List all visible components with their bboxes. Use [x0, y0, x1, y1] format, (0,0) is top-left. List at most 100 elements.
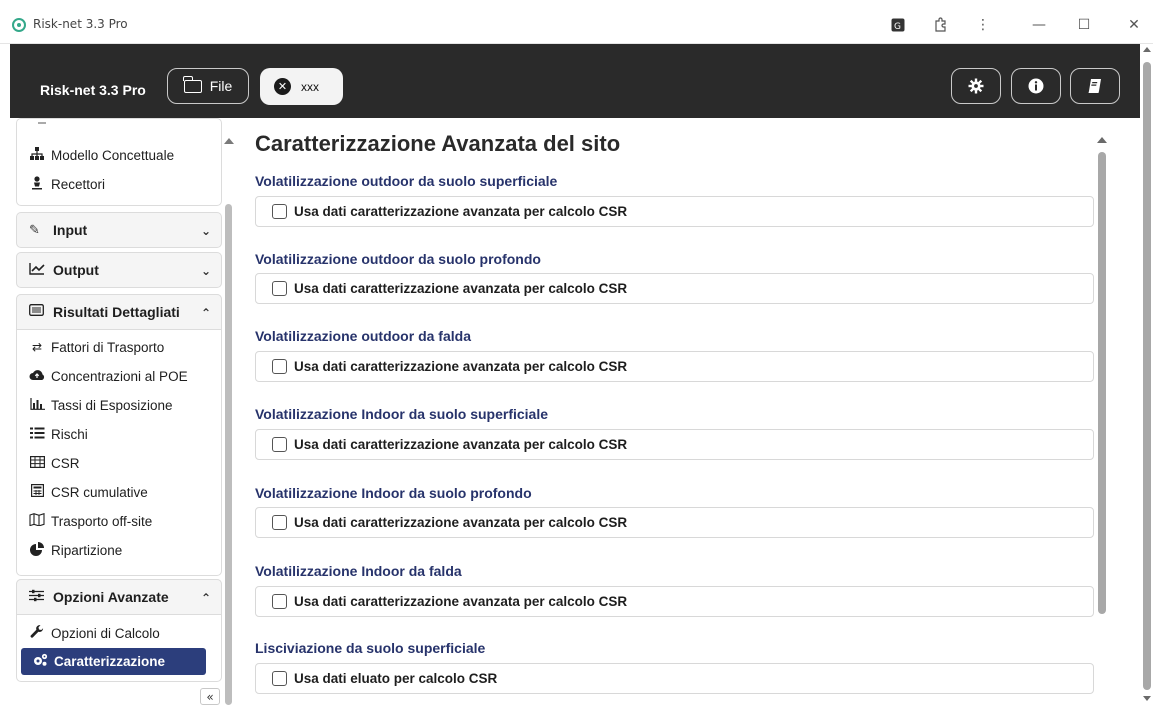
close-tab-icon[interactable]: ✕	[274, 78, 291, 95]
scroll-thumb[interactable]	[225, 204, 232, 705]
sidebar-item-modello-concettuale[interactable]: Modello Concettuale	[28, 143, 174, 167]
checkbox-label[interactable]: Usa dati caratterizzazione avanzata per …	[294, 437, 627, 452]
checkbox-label[interactable]: Usa dati caratterizzazione avanzata per …	[294, 281, 627, 296]
sidebar-item-label: Trasporto off-site	[51, 513, 153, 529]
checkbox-label[interactable]: Usa dati caratterizzazione avanzata per …	[294, 594, 627, 609]
window-scrollbar[interactable]	[1142, 44, 1153, 705]
translate-icon[interactable]: G	[885, 12, 911, 38]
sidebar-item-label: Recettori	[51, 176, 106, 192]
option-row: Usa dati eluato per calcolo CSR	[255, 663, 1094, 694]
sidebar-item-opzioni-di-calcolo[interactable]: Opzioni di Calcolo	[28, 621, 160, 645]
advanced-data-checkbox[interactable]	[272, 515, 287, 530]
section-title: Volatilizzazione Indoor da suolo profond…	[255, 485, 532, 501]
file-button-label: File	[209, 78, 233, 94]
sidebar-group-risultati-dettagliati[interactable]: Risultati Dettagliati ⌃	[16, 294, 222, 330]
svg-text:G: G	[894, 22, 901, 32]
sidebar-item-caratterizzazione[interactable]: Caratterizzazione	[21, 648, 206, 675]
folder-icon	[183, 75, 202, 93]
sidebar-item-csr[interactable]: CSR	[28, 451, 80, 475]
sidebar-partial-item	[38, 122, 46, 124]
checkbox-label[interactable]: Usa dati eluato per calcolo CSR	[294, 671, 497, 686]
advanced-data-checkbox[interactable]	[272, 594, 287, 609]
sidebar-group-label: Input	[53, 222, 88, 238]
sidebar-item-label: Concentrazioni al POE	[51, 368, 188, 384]
sidebar-item-csr-cumulative[interactable]: CSR cumulative	[28, 480, 148, 504]
maximize-button[interactable]: ☐	[1071, 12, 1097, 38]
sidebar-item-label: Ripartizione	[51, 542, 123, 558]
advanced-data-checkbox[interactable]	[272, 281, 287, 296]
sitemap-icon	[28, 147, 46, 163]
collapse-sidebar-button[interactable]: «	[200, 688, 220, 705]
settings-button[interactable]	[951, 68, 1001, 104]
sidebar-item-rischi[interactable]: Rischi	[28, 422, 88, 446]
sidebar-group-input[interactable]: ✎ Input ⌄	[16, 212, 222, 248]
checkbox-label[interactable]: Usa dati caratterizzazione avanzata per …	[294, 515, 627, 530]
cloud-upload-icon	[28, 369, 46, 384]
checkbox-label[interactable]: Usa dati caratterizzazione avanzata per …	[294, 359, 627, 374]
checkbox-label[interactable]: Usa dati caratterizzazione avanzata per …	[294, 204, 627, 219]
sidebar-item-tassi-di-esposizione[interactable]: Tassi di Esposizione	[28, 393, 173, 417]
chevron-down-icon: ⌄	[200, 224, 211, 238]
scroll-up-icon[interactable]	[1097, 137, 1107, 143]
person-icon	[28, 175, 46, 193]
manual-button[interactable]	[1070, 68, 1120, 104]
chevron-up-icon: ⌃	[200, 306, 211, 320]
extensions-icon[interactable]	[928, 12, 954, 38]
scroll-up-icon[interactable]	[224, 138, 234, 144]
scroll-thumb[interactable]	[1143, 62, 1151, 690]
sidebar-group-label: Output	[53, 262, 99, 278]
scroll-up-icon[interactable]	[1143, 47, 1151, 52]
menu-icon[interactable]: ⋮	[970, 12, 996, 38]
sidebar-group-label: Risultati Dettagliati	[53, 304, 180, 320]
advanced-data-checkbox[interactable]	[272, 359, 287, 374]
sidebar-item-ripartizione[interactable]: Ripartizione	[28, 538, 122, 562]
scroll-thumb[interactable]	[1098, 152, 1106, 614]
list-icon	[28, 427, 46, 442]
option-row: Usa dati caratterizzazione avanzata per …	[255, 586, 1094, 617]
pie-chart-icon	[28, 541, 46, 559]
bar-chart-icon	[28, 397, 46, 413]
close-button[interactable]: ✕	[1121, 12, 1147, 38]
map-icon	[28, 512, 46, 529]
sidebar-item-label: CSR	[51, 455, 80, 471]
gear-icon	[968, 78, 984, 94]
info-icon	[1028, 78, 1044, 94]
sidebar-group-output[interactable]: Output ⌄	[16, 252, 222, 288]
sidebar-item-trasporto-off-site[interactable]: Trasporto off-site	[28, 509, 152, 533]
manual-icon	[1088, 79, 1101, 93]
scroll-down-icon[interactable]	[1143, 696, 1151, 701]
window-titlebar: Risk-net 3.3 Pro G ⋮ — ☐ ✕	[0, 0, 1153, 44]
section-title: Volatilizzazione outdoor da falda	[255, 328, 471, 344]
project-tab[interactable]: ✕ xxx	[260, 68, 343, 105]
info-button[interactable]	[1011, 68, 1061, 104]
option-row: Usa dati caratterizzazione avanzata per …	[255, 507, 1094, 538]
advanced-data-checkbox[interactable]	[272, 437, 287, 452]
sidebar-item-recettori[interactable]: Recettori	[28, 172, 105, 196]
app-header: Risk-net 3.3 Pro File ✕ xxx	[10, 44, 1140, 118]
exchange-icon: ⇄	[31, 340, 43, 354]
main-scrollbar[interactable]	[1096, 134, 1110, 705]
list-alt-icon	[29, 304, 47, 320]
advanced-data-checkbox[interactable]	[272, 204, 287, 219]
eluate-data-checkbox[interactable]	[272, 671, 287, 686]
sidebar-group-label: Opzioni Avanzate	[53, 589, 169, 605]
sidebar-group-opzioni-avanzate[interactable]: Opzioni Avanzate ⌃	[16, 579, 222, 615]
option-row: Usa dati caratterizzazione avanzata per …	[255, 429, 1094, 460]
edit-icon: ✎	[29, 222, 40, 238]
file-button[interactable]: File	[167, 68, 249, 104]
option-row: Usa dati caratterizzazione avanzata per …	[255, 273, 1094, 304]
calculator-icon	[28, 484, 46, 500]
window-title: Risk-net 3.3 Pro	[33, 17, 128, 31]
table-icon	[28, 455, 46, 471]
project-tab-label: xxx	[301, 79, 319, 94]
minimize-button[interactable]: —	[1026, 12, 1052, 38]
option-row: Usa dati caratterizzazione avanzata per …	[255, 196, 1094, 227]
sidebar-scrollbar[interactable]	[222, 118, 236, 705]
sidebar-item-label: Tassi di Esposizione	[51, 397, 173, 413]
sidebar-item-concentrazioni-al-poe[interactable]: Concentrazioni al POE	[28, 364, 188, 388]
sidebar-item-label: Modello Concettuale	[51, 147, 175, 163]
sidebar-item-label: Rischi	[51, 426, 88, 442]
sidebar-item-fattori-di-trasporto[interactable]: ⇄ Fattori di Trasporto	[28, 335, 164, 359]
sidebar-item-label: CSR cumulative	[51, 484, 148, 500]
sidebar-item-label: Opzioni di Calcolo	[51, 625, 160, 641]
